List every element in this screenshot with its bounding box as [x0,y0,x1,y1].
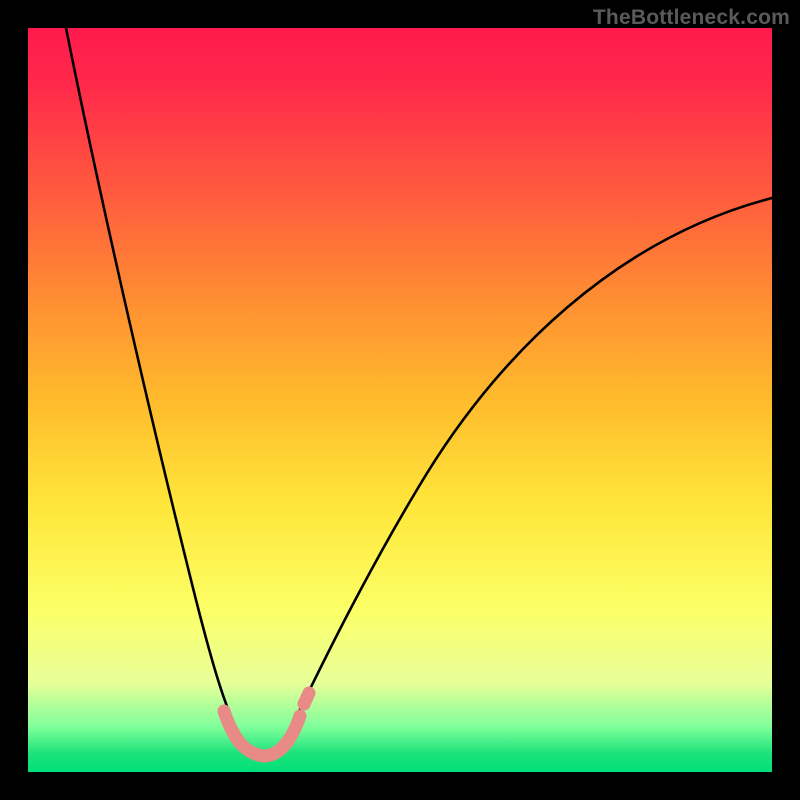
valley-highlight [224,711,300,756]
bottleneck-curve [66,28,772,754]
curve-layer [28,28,772,772]
valley-marker [304,693,309,704]
watermark-label: TheBottleneck.com [593,6,790,30]
gradient-plot-area [28,28,772,772]
chart-frame: TheBottleneck.com [0,0,800,800]
